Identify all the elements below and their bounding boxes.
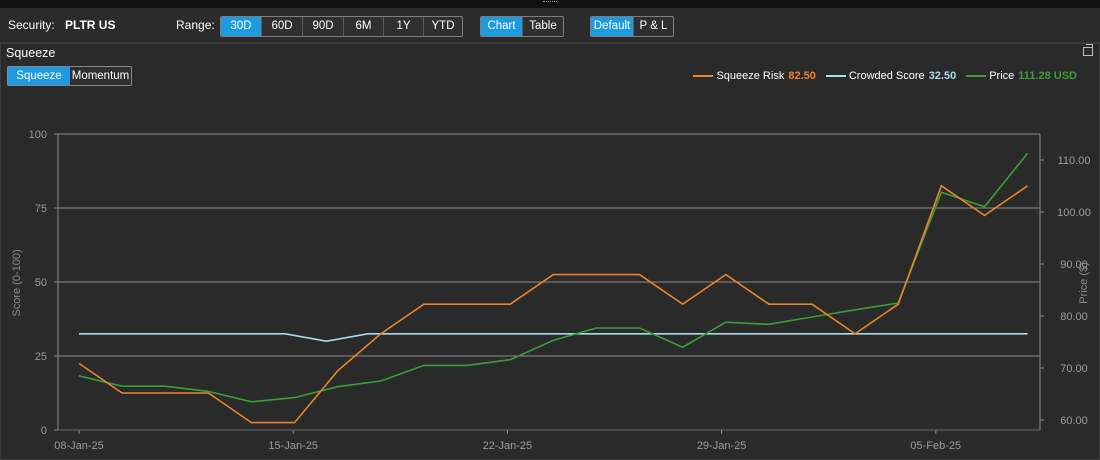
series-line-squeeze-risk: [78, 184, 1029, 424]
y-tick-label-right: 80.00: [1060, 311, 1088, 323]
y-axis-left-label: Score (0-100): [11, 249, 23, 316]
y-tick-label-right: 110.00: [1058, 155, 1091, 167]
y-tick-label-left: 25: [35, 351, 47, 363]
y-tick-label-left: 75: [35, 203, 47, 215]
x-tick-label: 22-Jan-25: [483, 440, 533, 452]
y-tick-label-right: 70.00: [1060, 363, 1088, 375]
series-line-price: [78, 152, 1029, 403]
y-tick-label-right: 100.00: [1057, 207, 1091, 219]
x-tick-label: 08-Jan-25: [54, 440, 104, 452]
x-tick-label: 05-Feb-25: [910, 440, 961, 452]
y-tick-label-left: 0: [41, 425, 47, 437]
x-tick-label: 29-Jan-25: [697, 440, 747, 452]
y-axis-right-label: Price ($): [1078, 262, 1090, 304]
squeeze-chart: 025507510060.0070.0080.0090.00100.00110.…: [11, 129, 1091, 452]
y-tick-label-left: 100: [29, 129, 47, 141]
y-tick-label-left: 50: [35, 277, 47, 289]
x-tick-label: 15-Jan-25: [268, 440, 318, 452]
y-tick-label-right: 60.00: [1060, 415, 1088, 427]
